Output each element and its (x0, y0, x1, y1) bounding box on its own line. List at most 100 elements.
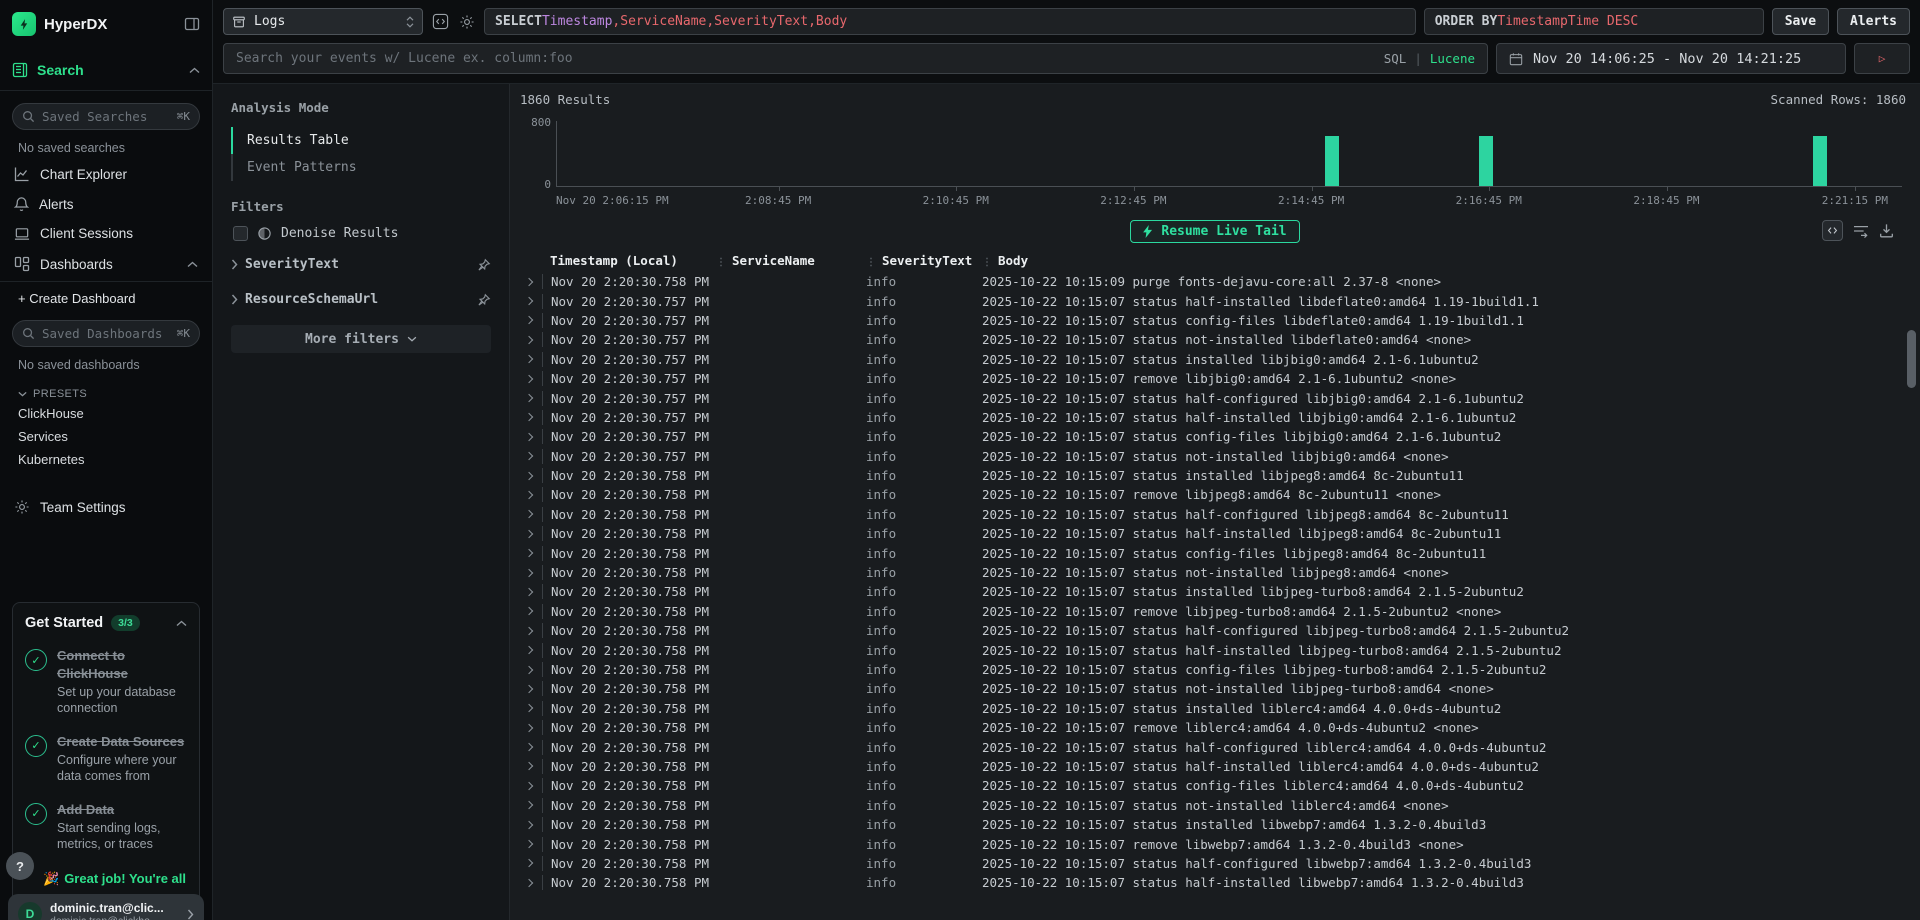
sidebar-item-team-settings[interactable]: Team Settings (12, 493, 200, 521)
create-dashboard-button[interactable]: + Create Dashboard (12, 282, 200, 308)
preset-kubernetes[interactable]: Kubernetes (12, 448, 200, 471)
table-row[interactable]: Nov 20 2:20:30.757 PMinfo2025-10-22 10:1… (516, 408, 1920, 427)
lucene-toggle[interactable]: Lucene (1430, 51, 1475, 66)
row-expand-icon[interactable] (516, 589, 542, 595)
table-row[interactable]: Nov 20 2:20:30.758 PMinfo2025-10-22 10:1… (516, 660, 1920, 679)
analysis-mode-results-table[interactable]: Results Table (231, 127, 491, 154)
col-servicename[interactable]: ⋮ServiceName (716, 253, 866, 268)
sidebar-item-client-sessions[interactable]: Client Sessions (12, 219, 200, 248)
filter-group-severitytext[interactable]: SeverityText (231, 247, 491, 282)
table-row[interactable]: Nov 20 2:20:30.757 PMinfo2025-10-22 10:1… (516, 447, 1920, 466)
presets-header[interactable]: PRESETS (18, 388, 200, 400)
alerts-button[interactable]: Alerts (1837, 8, 1910, 35)
table-row[interactable]: Nov 20 2:20:30.758 PMinfo2025-10-22 10:1… (516, 679, 1920, 698)
table-row[interactable]: Nov 20 2:20:30.758 PMinfo2025-10-22 10:1… (516, 485, 1920, 504)
table-row[interactable]: Nov 20 2:20:30.757 PMinfo2025-10-22 10:1… (516, 330, 1920, 349)
row-expand-icon[interactable] (516, 744, 542, 750)
table-row[interactable]: Nov 20 2:20:30.758 PMinfo2025-10-22 10:1… (516, 543, 1920, 562)
row-expand-icon[interactable] (516, 492, 542, 498)
help-button[interactable]: ? (6, 852, 34, 880)
table-row[interactable]: Nov 20 2:20:30.758 PMinfo2025-10-22 10:1… (516, 776, 1920, 795)
preset-services[interactable]: Services (12, 425, 200, 448)
table-row[interactable]: Nov 20 2:20:30.758 PMinfo2025-10-22 10:1… (516, 272, 1920, 291)
pin-icon[interactable] (477, 258, 491, 272)
table-row[interactable]: Nov 20 2:20:30.757 PMinfo2025-10-22 10:1… (516, 350, 1920, 369)
row-expand-icon[interactable] (516, 434, 542, 440)
histogram-bar[interactable] (1813, 136, 1827, 186)
row-expand-icon[interactable] (516, 356, 542, 362)
order-by-input[interactable]: ORDER BY TimestampTime DESC (1424, 8, 1764, 35)
get-started-item[interactable]: ✓Add DataStart sending logs, metrics, or… (25, 801, 187, 853)
settings-gear-icon[interactable] (458, 13, 476, 31)
row-expand-icon[interactable] (516, 473, 542, 479)
denoise-checkbox[interactable] (233, 226, 248, 241)
row-expand-icon[interactable] (516, 608, 542, 614)
histogram-bar[interactable] (1479, 136, 1493, 186)
saved-searches-input[interactable]: Saved Searches ⌘K (12, 103, 200, 130)
table-row[interactable]: Nov 20 2:20:30.758 PMinfo2025-10-22 10:1… (516, 466, 1920, 485)
row-expand-icon[interactable] (516, 802, 542, 808)
row-expand-icon[interactable] (516, 317, 542, 323)
table-row[interactable]: Nov 20 2:20:30.758 PMinfo2025-10-22 10:1… (516, 602, 1920, 621)
table-row[interactable]: Nov 20 2:20:30.758 PMinfo2025-10-22 10:1… (516, 563, 1920, 582)
row-expand-icon[interactable] (516, 628, 542, 634)
row-expand-icon[interactable] (516, 822, 542, 828)
row-expand-icon[interactable] (516, 763, 542, 769)
row-expand-icon[interactable] (516, 667, 542, 673)
table-row[interactable]: Nov 20 2:20:30.758 PMinfo2025-10-22 10:1… (516, 815, 1920, 834)
table-row[interactable]: Nov 20 2:20:30.757 PMinfo2025-10-22 10:1… (516, 291, 1920, 310)
row-expand-icon[interactable] (516, 860, 542, 866)
table-row[interactable]: Nov 20 2:20:30.758 PMinfo2025-10-22 10:1… (516, 737, 1920, 756)
table-row[interactable]: Nov 20 2:20:30.758 PMinfo2025-10-22 10:1… (516, 796, 1920, 815)
table-row[interactable]: Nov 20 2:20:30.757 PMinfo2025-10-22 10:1… (516, 311, 1920, 330)
scrollbar[interactable] (1907, 330, 1916, 918)
row-expand-icon[interactable] (516, 783, 542, 789)
row-expand-icon[interactable] (516, 337, 542, 343)
table-row[interactable]: Nov 20 2:20:30.757 PMinfo2025-10-22 10:1… (516, 388, 1920, 407)
date-range-picker[interactable]: Nov 20 14:06:25 - Nov 20 14:21:25 (1496, 43, 1846, 74)
table-row[interactable]: Nov 20 2:20:30.758 PMinfo2025-10-22 10:1… (516, 621, 1920, 640)
get-started-item[interactable]: ✓Create Data SourcesConfigure where your… (25, 733, 187, 785)
col-severitytext[interactable]: ⋮SeverityText (866, 253, 982, 268)
table-row[interactable]: Nov 20 2:20:30.758 PMinfo2025-10-22 10:1… (516, 699, 1920, 718)
sidebar-item-chart-explorer[interactable]: Chart Explorer (12, 159, 200, 189)
row-expand-icon[interactable] (516, 414, 542, 420)
row-expand-icon[interactable] (516, 298, 542, 304)
row-expand-icon[interactable] (516, 376, 542, 382)
filter-group-resourceschemaurl[interactable]: ResourceSchemaUrl (231, 282, 491, 317)
table-row[interactable]: Nov 20 2:20:30.758 PMinfo2025-10-22 10:1… (516, 757, 1920, 776)
table-row[interactable]: Nov 20 2:20:30.758 PMinfo2025-10-22 10:1… (516, 854, 1920, 873)
table-row[interactable]: Nov 20 2:20:30.758 PMinfo2025-10-22 10:1… (516, 873, 1920, 892)
pin-icon[interactable] (477, 293, 491, 307)
row-expand-icon[interactable] (516, 686, 542, 692)
sql-toggle[interactable]: SQL (1384, 51, 1407, 66)
sidebar-collapse-icon[interactable] (184, 16, 200, 32)
row-expand-icon[interactable] (516, 705, 542, 711)
user-menu[interactable]: D dominic.tran@clic... dominic.tran@clic… (8, 894, 204, 920)
sidebar-item-alerts[interactable]: Alerts (12, 189, 200, 219)
analysis-mode-event-patterns[interactable]: Event Patterns (231, 154, 491, 181)
row-expand-icon[interactable] (516, 647, 542, 653)
saved-dashboards-input[interactable]: Saved Dashboards ⌘K (12, 320, 200, 347)
results-histogram[interactable]: 800 0 Nov 20 2:06:15 PM2:08:45 PM2:10:45… (520, 121, 1902, 212)
table-row[interactable]: Nov 20 2:20:30.758 PMinfo2025-10-22 10:1… (516, 834, 1920, 853)
wrap-lines-icon[interactable] (1853, 224, 1869, 238)
table-row[interactable]: Nov 20 2:20:30.758 PMinfo2025-10-22 10:1… (516, 524, 1920, 543)
histogram-bar[interactable] (1325, 136, 1339, 186)
sidebar-item-search[interactable]: Search (12, 62, 200, 90)
source-select[interactable]: Logs (223, 8, 423, 35)
get-started-item[interactable]: ✓Connect to ClickHouseSet up your databa… (25, 647, 187, 717)
app-logo[interactable]: HyperDX (12, 12, 200, 36)
run-query-button[interactable]: ▷ (1854, 43, 1910, 74)
code-toggle-icon[interactable] (431, 12, 450, 31)
table-row[interactable]: Nov 20 2:20:30.758 PMinfo2025-10-22 10:1… (516, 505, 1920, 524)
more-filters-button[interactable]: More filters (231, 325, 491, 353)
row-expand-icon[interactable] (516, 841, 542, 847)
table-row[interactable]: Nov 20 2:20:30.758 PMinfo2025-10-22 10:1… (516, 640, 1920, 659)
save-button[interactable]: Save (1772, 8, 1829, 35)
col-timestamp[interactable]: Timestamp (Local) (542, 253, 716, 268)
download-icon[interactable] (1879, 223, 1894, 238)
row-expand-icon[interactable] (516, 511, 542, 517)
row-expand-icon[interactable] (516, 453, 542, 459)
table-row[interactable]: Nov 20 2:20:30.757 PMinfo2025-10-22 10:1… (516, 427, 1920, 446)
